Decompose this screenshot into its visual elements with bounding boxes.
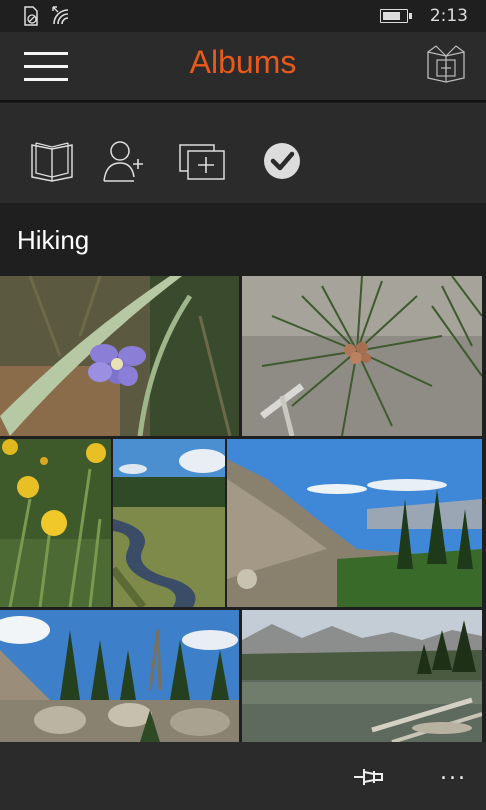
photo-mountain-lake[interactable] (242, 610, 482, 742)
photo-pine-branch[interactable] (242, 276, 482, 436)
wifi-icon (52, 6, 69, 25)
album-name[interactable]: Hiking (17, 225, 89, 256)
photo-mountain-hillside[interactable] (227, 439, 482, 607)
app-bar: ... (0, 742, 486, 810)
toolbar (0, 103, 486, 203)
add-photos-icon[interactable] (178, 137, 228, 183)
status-bar: 2:13 (0, 0, 486, 32)
album-section: Hiking (0, 203, 486, 276)
battery-icon (380, 9, 412, 23)
photo-forest-rocks[interactable] (0, 610, 239, 742)
add-album-icon[interactable] (424, 44, 468, 84)
photo-yellow-flowers[interactable] (0, 439, 111, 607)
sim-icon (24, 6, 38, 26)
header-divider (0, 100, 486, 102)
photo-grid (0, 276, 486, 742)
add-person-icon[interactable] (102, 137, 148, 183)
app-header: Albums (0, 32, 486, 102)
page-title: Albums (189, 44, 297, 80)
more-icon[interactable]: ... (440, 760, 467, 785)
photo-meadow-stream[interactable] (113, 439, 225, 607)
pin-icon[interactable] (352, 764, 386, 790)
album-book-icon[interactable] (30, 137, 76, 183)
clock: 2:13 (429, 6, 468, 26)
select-check-icon[interactable] (260, 137, 306, 183)
photo-purple-flower[interactable] (0, 276, 239, 436)
